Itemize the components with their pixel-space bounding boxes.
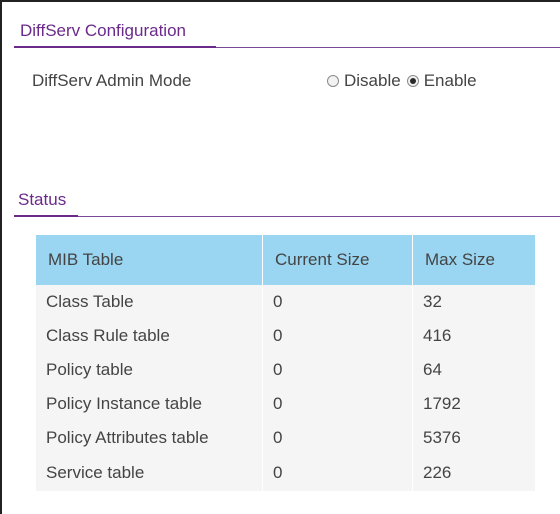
table-header-row: MIB Table Current Size Max Size: [36, 235, 535, 285]
table-row: Policy Instance table 0 1792: [36, 387, 535, 421]
admin-mode-radio-group: Disable Enable: [327, 71, 483, 91]
cell-current-size: 0: [262, 353, 413, 387]
cell-mib-table: Service table: [36, 455, 263, 491]
cell-current-size: 0: [262, 285, 413, 319]
cell-mib-table: Policy Instance table: [36, 387, 263, 421]
table-row: Service table 0 226: [36, 455, 535, 491]
cell-current-size: 0: [262, 421, 413, 455]
config-section-divider: [216, 47, 560, 48]
disable-radio[interactable]: [327, 75, 339, 87]
column-header-current-size: Current Size: [262, 235, 413, 285]
cell-mib-table: Policy Attributes table: [36, 421, 263, 455]
table-row: Policy table 0 64: [36, 353, 535, 387]
cell-max-size: 5376: [412, 421, 535, 455]
admin-mode-label: DiffServ Admin Mode: [32, 71, 192, 90]
status-section-title: Status: [18, 190, 67, 209]
cell-max-size: 64: [412, 353, 535, 387]
cell-max-size: 416: [412, 319, 535, 353]
column-header-max-size: Max Size: [412, 235, 535, 285]
enable-radio[interactable]: [406, 75, 419, 87]
column-header-mib-table: MIB Table: [36, 235, 263, 285]
cell-mib-table: Class Table: [36, 285, 263, 319]
status-table: MIB Table Current Size Max Size Class Ta…: [36, 235, 535, 491]
status-section-divider: [78, 216, 560, 217]
cell-mib-table: Policy table: [36, 353, 263, 387]
config-title-underline: [14, 46, 216, 48]
cell-max-size: 32: [412, 285, 535, 319]
enable-radio-label[interactable]: Enable: [424, 71, 477, 91]
table-row: Class Table 0 32: [36, 285, 535, 319]
cell-current-size: 0: [262, 319, 413, 353]
disable-radio-label[interactable]: Disable: [344, 71, 401, 91]
table-row: Class Rule table 0 416: [36, 319, 535, 353]
table-row: Policy Attributes table 0 5376: [36, 421, 535, 455]
status-title-underline: [14, 215, 78, 217]
cell-current-size: 0: [262, 455, 413, 491]
cell-max-size: 1792: [412, 387, 535, 421]
cell-mib-table: Class Rule table: [36, 319, 263, 353]
cell-max-size: 226: [412, 455, 535, 491]
cell-current-size: 0: [262, 387, 413, 421]
config-section-title: DiffServ Configuration: [20, 21, 186, 40]
